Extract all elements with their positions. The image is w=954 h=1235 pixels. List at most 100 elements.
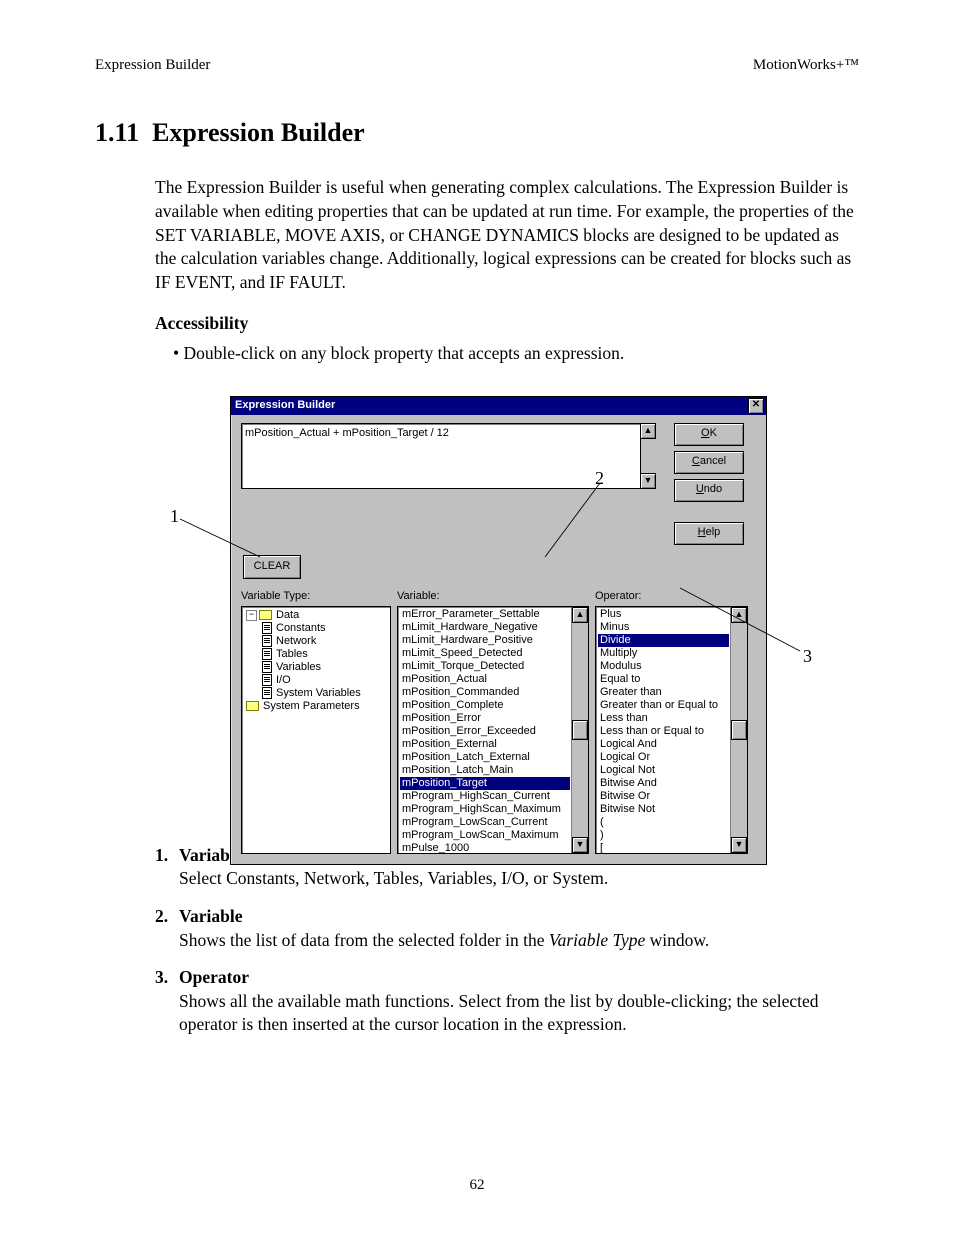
list-item[interactable]: Logical Or [598, 751, 729, 764]
scroll-thumb-up-icon[interactable]: ▲ [731, 607, 747, 623]
ok-button[interactable]: OK [674, 423, 744, 446]
tree-item[interactable]: System Parameters [244, 700, 388, 713]
list-item[interactable]: Bitwise Not [598, 803, 729, 816]
help-button[interactable]: Help [674, 522, 744, 545]
operator-list-scrollbar[interactable]: ▲ ▼ [730, 607, 747, 853]
clear-button[interactable]: CLEAR [243, 555, 301, 579]
list-item[interactable]: Bitwise Or [598, 790, 729, 803]
undo-button[interactable]: Undo [674, 479, 744, 502]
variable-type-label: Variable Type: [241, 589, 397, 604]
tree-item[interactable]: Network [244, 635, 388, 648]
file-icon [262, 648, 272, 660]
tree-item-label: Network [276, 635, 316, 648]
list-item[interactable]: [ [598, 842, 729, 854]
dialog-titlebar[interactable]: Expression Builder ✕ [231, 397, 766, 415]
list-item[interactable]: mProgram_LowScan_Maximum [400, 829, 570, 842]
close-icon[interactable]: ✕ [748, 398, 764, 414]
list-item[interactable]: mPosition_Error [400, 712, 570, 725]
list-item[interactable]: mPosition_Actual [400, 673, 570, 686]
definition-body: Shows all the available math functions. … [179, 990, 859, 1037]
folder-icon [259, 610, 272, 620]
section-name: Expression Builder [152, 118, 365, 147]
running-head-right: MotionWorks+™ [753, 55, 859, 75]
scroll-thumb[interactable] [572, 720, 588, 740]
list-item[interactable]: mPosition_Target [400, 777, 570, 790]
definition-heading: 3.Operator [155, 966, 859, 990]
definition-heading: 2.Variable [155, 905, 859, 929]
list-item[interactable]: Divide [598, 634, 729, 647]
list-item[interactable]: mProgram_LowScan_Current [400, 816, 570, 829]
list-item[interactable]: Less than or Equal to [598, 725, 729, 738]
variable-list[interactable]: mError_Parameter_SettablemLimit_Hardware… [397, 606, 589, 854]
list-item[interactable]: mPulse_1000 [400, 842, 570, 854]
list-item[interactable]: mError_Parameter_Settable [400, 608, 570, 621]
list-item[interactable]: mPosition_Error_Exceeded [400, 725, 570, 738]
list-item[interactable]: mPosition_Commanded [400, 686, 570, 699]
definition-body: Shows the list of data from the selected… [179, 929, 859, 953]
list-item[interactable]: Logical Not [598, 764, 729, 777]
list-item[interactable]: Equal to [598, 673, 729, 686]
list-item[interactable]: mLimit_Hardware_Positive [400, 634, 570, 647]
tree-item[interactable]: I/O [244, 674, 388, 687]
expression-scrollbar[interactable]: ▲ ▼ [640, 423, 656, 489]
scroll-down-icon[interactable]: ▼ [572, 837, 588, 853]
dialog-title: Expression Builder [235, 398, 335, 413]
accessibility-bullet: • Double-click on any block property tha… [173, 342, 859, 366]
list-item[interactable]: Less than [598, 712, 729, 725]
definition-body: Select Constants, Network, Tables, Varia… [179, 867, 859, 891]
list-item[interactable]: mPosition_External [400, 738, 570, 751]
tree-item-label: Tables [276, 648, 308, 661]
file-icon [262, 635, 272, 647]
list-item[interactable]: ( [598, 816, 729, 829]
variable-type-tree[interactable]: −DataConstantsNetworkTablesVariablesI/OS… [241, 606, 391, 854]
list-item[interactable]: Plus [598, 608, 729, 621]
tree-item[interactable]: Tables [244, 648, 388, 661]
variable-label: Variable: [397, 589, 595, 604]
cancel-button[interactable]: Cancel [674, 451, 744, 474]
definition-item: 3.OperatorShows all the available math f… [155, 966, 859, 1037]
list-item[interactable]: Minus [598, 621, 729, 634]
callout-3: 3 [803, 644, 812, 668]
list-item[interactable]: mLimit_Speed_Detected [400, 647, 570, 660]
scroll-up-icon[interactable]: ▲ [572, 607, 588, 623]
list-item[interactable]: Greater than or Equal to [598, 699, 729, 712]
variable-list-scrollbar[interactable]: ▲ ▼ [571, 607, 588, 853]
scroll-up-icon[interactable]: ▲ [640, 423, 656, 439]
list-item[interactable]: mPosition_Latch_Main [400, 764, 570, 777]
tree-item[interactable]: Constants [244, 622, 388, 635]
section-number: 1.11 [95, 118, 139, 147]
list-item[interactable]: Bitwise And [598, 777, 729, 790]
list-item[interactable]: mProgram_HighScan_Current [400, 790, 570, 803]
tree-item[interactable]: Variables [244, 661, 388, 674]
list-item[interactable]: mPosition_Complete [400, 699, 570, 712]
tree-item-label: I/O [276, 674, 291, 687]
expression-builder-dialog: Expression Builder ✕ mPosition_Actual + … [230, 396, 767, 865]
accessibility-heading: Accessibility [155, 312, 859, 336]
list-item[interactable]: mLimit_Torque_Detected [400, 660, 570, 673]
list-item[interactable]: ) [598, 829, 729, 842]
list-item[interactable]: mProgram_HighScan_Maximum [400, 803, 570, 816]
definition-item: 2.Variable Shows the list of data from t… [155, 905, 859, 952]
tree-item-label: System Parameters [263, 700, 360, 713]
expression-input[interactable]: mPosition_Actual + mPosition_Target / 12 [241, 423, 641, 489]
list-item[interactable]: Greater than [598, 686, 729, 699]
operator-label: Operator: [595, 589, 641, 604]
list-item[interactable]: mPosition_Latch_External [400, 751, 570, 764]
tree-item[interactable]: System Variables [244, 687, 388, 700]
file-icon [262, 661, 272, 673]
list-item[interactable]: Multiply [598, 647, 729, 660]
list-item[interactable]: mLimit_Hardware_Negative [400, 621, 570, 634]
folder-icon [246, 701, 259, 711]
scroll-down-icon[interactable]: ▼ [731, 837, 747, 853]
tree-item-label: Data [276, 609, 299, 622]
tree-item-label: Constants [276, 622, 326, 635]
operator-list[interactable]: PlusMinusDivideMultiplyModulusEqual toGr… [595, 606, 748, 854]
page-number: 62 [0, 1175, 954, 1195]
tree-item[interactable]: −Data [244, 609, 388, 622]
tree-item-label: System Variables [276, 687, 361, 700]
scroll-down-icon[interactable]: ▼ [640, 473, 656, 489]
list-item[interactable]: Modulus [598, 660, 729, 673]
list-item[interactable]: Logical And [598, 738, 729, 751]
scroll-thumb[interactable] [731, 720, 747, 740]
section-title: 1.11 Expression Builder [95, 115, 859, 150]
